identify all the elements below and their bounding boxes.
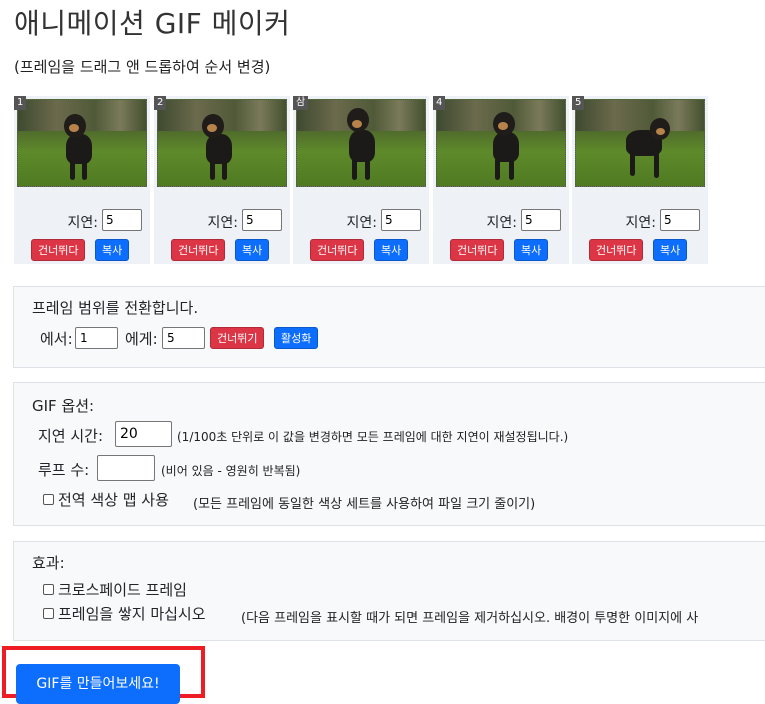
frame-thumbnail[interactable]: [436, 99, 566, 187]
frame-number: 4: [433, 96, 446, 110]
delay-label: 지연:: [486, 215, 517, 231]
frame-delay-input[interactable]: [102, 209, 142, 231]
effects-panel: 효과: 크로스페이드 프레임 프레임을 쌓지 마십시오 (다음 프레임을 표시할…: [13, 541, 765, 641]
frame-card[interactable]: 1 지연: 건너뛰다 복사: [14, 96, 150, 264]
frame-card[interactable]: 5 지연: 건너뛰다 복사: [572, 96, 708, 264]
delay-label: 지연:: [625, 215, 656, 231]
frame-number: 5: [572, 96, 585, 110]
frame-card[interactable]: 삼 지연: 건너뛰다 복사: [293, 96, 429, 264]
range-from-label: 에서:: [40, 330, 73, 348]
skip-frame-button[interactable]: 건너뛰다: [171, 239, 226, 261]
frame-card[interactable]: 2 지연: 건너뛰다 복사: [154, 96, 290, 264]
skip-frame-button[interactable]: 건너뛰다: [450, 239, 505, 261]
range-title: 프레임 범위를 전환합니다.: [32, 299, 199, 317]
loop-count-input[interactable]: [97, 455, 155, 481]
loop-count-label: 루프 수:: [38, 461, 90, 479]
frame-thumbnail[interactable]: [296, 99, 426, 187]
gif-options-panel: GIF 옵션: 지연 시간: (1/100초 단위로 이 값을 변경하면 모든 …: [13, 382, 765, 526]
delay-label: 지연:: [207, 215, 238, 231]
frame-number: 2: [154, 96, 167, 110]
frame-delay-input[interactable]: [381, 209, 421, 231]
frame-number: 1: [14, 96, 27, 110]
frame-delay-input[interactable]: [660, 209, 700, 231]
frame-thumbnail[interactable]: [157, 99, 287, 187]
global-colormap-label: 전역 색상 맵 사용: [58, 491, 169, 509]
crossfade-label: 크로스페이드 프레임: [58, 581, 187, 599]
delay-time-label: 지연 시간:: [38, 427, 104, 445]
delay-label: 지연:: [346, 215, 377, 231]
global-colormap-note: (모든 프레임에 동일한 색상 세트를 사용하여 파일 크기 줄이기): [193, 497, 536, 512]
copy-frame-button[interactable]: 복사: [653, 239, 688, 261]
delay-label: 지연:: [67, 215, 98, 231]
global-delay-input[interactable]: [115, 421, 172, 447]
reorder-hint: (프레임을 드래그 앤 드롭하여 순서 변경): [14, 58, 271, 76]
global-colormap-checkbox[interactable]: [43, 494, 54, 505]
copy-frame-button[interactable]: 복사: [374, 239, 409, 261]
frame-thumbnail[interactable]: [17, 99, 147, 187]
no-stack-note: (다음 프레임을 표시할 때가 되면 프레임을 제거하십시오. 배경이 투명한 …: [241, 611, 699, 626]
frame-thumbnail[interactable]: [575, 99, 705, 187]
copy-frame-button[interactable]: 복사: [95, 239, 130, 261]
range-from-input[interactable]: [75, 327, 118, 349]
loop-note: (비어 있음 - 영원히 반복됨): [161, 464, 301, 478]
make-gif-button[interactable]: GIF를 만들어보세요!: [16, 664, 180, 704]
frame-number: 삼: [293, 96, 309, 110]
crossfade-checkbox[interactable]: [43, 584, 54, 595]
effects-title: 효과:: [32, 554, 65, 572]
page-title: 애니메이션 GIF 메이커: [14, 7, 291, 40]
frame-range-panel: 프레임 범위를 전환합니다. 에서: 에게: 건너뛰기 활성화: [13, 286, 765, 368]
skip-frame-button[interactable]: 건너뛰다: [31, 239, 86, 261]
no-stack-checkbox[interactable]: [43, 608, 54, 619]
frame-delay-input[interactable]: [242, 209, 282, 231]
range-to-input[interactable]: [162, 327, 205, 349]
make-gif-highlight: GIF를 만들어보세요!: [2, 646, 205, 704]
no-stack-label: 프레임을 쌓지 마십시오: [58, 605, 206, 623]
delay-note: (1/100초 단위로 이 값을 변경하면 모든 프레임에 대한 지연이 재설정…: [177, 430, 569, 444]
range-skip-button[interactable]: 건너뛰기: [210, 327, 265, 349]
frame-delay-input[interactable]: [521, 209, 561, 231]
gif-options-title: GIF 옵션:: [32, 397, 95, 415]
copy-frame-button[interactable]: 복사: [235, 239, 270, 261]
range-enable-button[interactable]: 활성화: [274, 327, 319, 349]
skip-frame-button[interactable]: 건너뛰다: [310, 239, 365, 261]
frame-card[interactable]: 4 지연: 건너뛰다 복사: [433, 96, 569, 264]
skip-frame-button[interactable]: 건너뛰다: [589, 239, 644, 261]
range-to-label: 에게:: [125, 330, 158, 348]
copy-frame-button[interactable]: 복사: [514, 239, 549, 261]
